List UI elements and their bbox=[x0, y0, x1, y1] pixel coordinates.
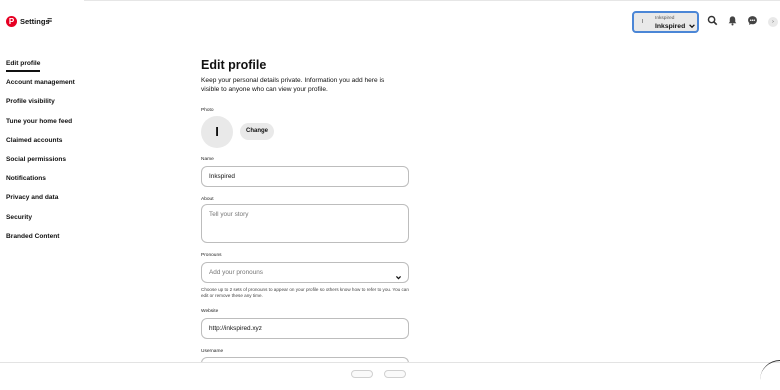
sidebar-item-claimed-accounts[interactable]: Claimed accounts bbox=[6, 136, 126, 155]
sidebar-item-edit-profile[interactable]: Edit profile bbox=[6, 59, 126, 78]
account-label-small: Inkspired bbox=[655, 16, 675, 21]
sidebar-item-security[interactable]: Security bbox=[6, 213, 126, 232]
name-value: Inkspired bbox=[209, 173, 235, 180]
page-description: Keep your personal details private. Info… bbox=[201, 77, 385, 93]
website-value: http://inkspired.xyz bbox=[209, 325, 262, 332]
website-input[interactable]: http://inkspired.xyz bbox=[201, 318, 409, 339]
account-avatar: I bbox=[642, 19, 644, 25]
notifications-bell-icon[interactable] bbox=[727, 15, 739, 27]
search-icon[interactable] bbox=[707, 15, 719, 27]
photo-label: Photo bbox=[201, 108, 214, 113]
messages-icon[interactable] bbox=[747, 15, 759, 27]
website-label: Website bbox=[201, 309, 219, 314]
about-placeholder: Tell your story bbox=[209, 211, 249, 218]
sidebar-item-tune-home-feed[interactable]: Tune your home feed bbox=[6, 117, 126, 136]
settings-sidebar: Edit profile Account management Profile … bbox=[6, 59, 126, 251]
account-name: Inkspired bbox=[655, 23, 686, 30]
about-textarea[interactable]: Tell your story bbox=[201, 204, 409, 243]
top-header: P Settings ≡ I Inkspired Inkspired › bbox=[0, 0, 780, 44]
username-label: Username bbox=[201, 349, 224, 354]
bottom-action-bar bbox=[0, 362, 780, 378]
settings-title: Settings bbox=[20, 17, 50, 26]
sidebar-item-branded-content[interactable]: Branded Content bbox=[6, 232, 126, 251]
sidebar-item-social-permissions[interactable]: Social permissions bbox=[6, 155, 126, 174]
more-icon[interactable]: › bbox=[768, 17, 778, 27]
pronouns-label: Pronouns bbox=[201, 253, 222, 258]
name-input[interactable]: Inkspired bbox=[201, 166, 409, 187]
about-label: About bbox=[201, 197, 214, 202]
pronouns-helper-text: Choose up to 2 sets of pronouns to appea… bbox=[201, 287, 409, 298]
account-switcher-button[interactable]: I Inkspired Inkspired bbox=[632, 11, 699, 33]
sidebar-item-notifications[interactable]: Notifications bbox=[6, 174, 126, 193]
page-title: Edit profile bbox=[201, 58, 267, 72]
pronouns-placeholder: Add your pronouns bbox=[209, 269, 264, 276]
sidebar-item-account-management[interactable]: Account management bbox=[6, 78, 126, 97]
save-button[interactable] bbox=[384, 370, 406, 378]
reset-button[interactable] bbox=[351, 370, 373, 378]
menu-icon[interactable]: ≡ bbox=[47, 15, 52, 25]
pronouns-select[interactable]: Add your pronouns bbox=[201, 262, 409, 283]
sidebar-item-profile-visibility[interactable]: Profile visibility bbox=[6, 97, 126, 116]
chevron-down-icon bbox=[688, 17, 696, 35]
name-label: Name bbox=[201, 157, 214, 162]
profile-avatar: I bbox=[201, 116, 233, 148]
sidebar-item-privacy-data[interactable]: Privacy and data bbox=[6, 193, 126, 212]
change-photo-button[interactable]: Change bbox=[240, 123, 274, 140]
pinterest-logo[interactable]: P bbox=[6, 16, 17, 27]
